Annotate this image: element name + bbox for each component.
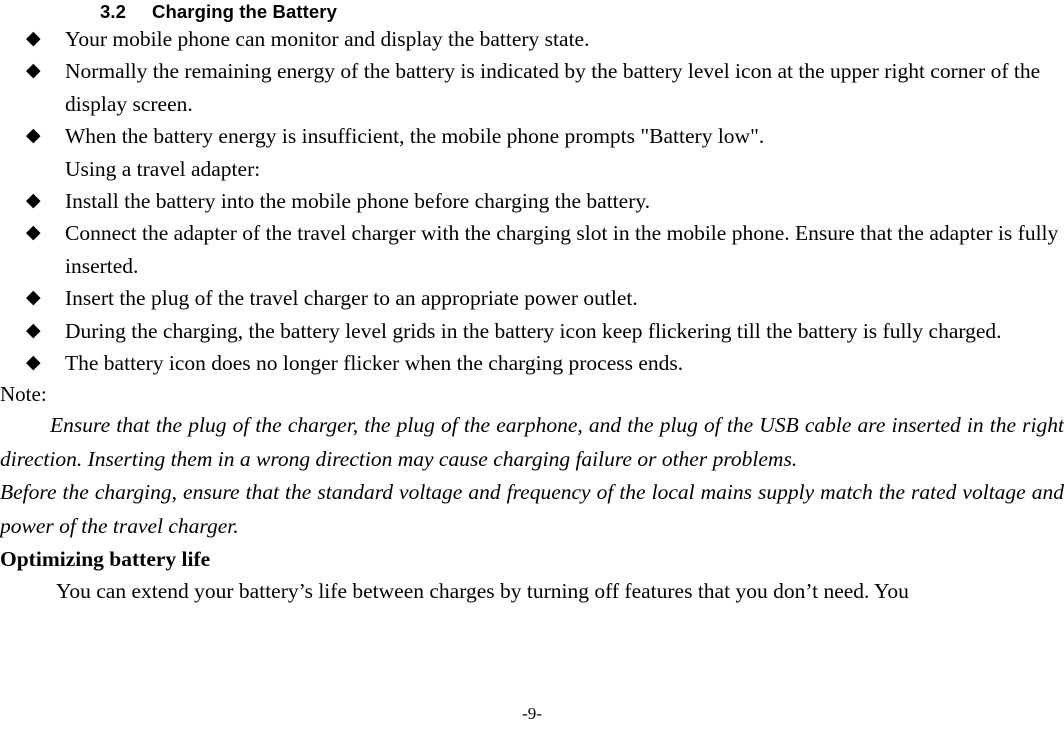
list-item: ◆ During the charging, the battery level… (0, 315, 1064, 347)
section-heading: 3.2 Charging the Battery (0, 0, 1064, 23)
sub-line-using-travel-adapter: Using a travel adapter: (65, 156, 261, 181)
list-item-text: During the charging, the battery level g… (65, 318, 1002, 343)
list-item: ◆ Insert the plug of the travel charger … (0, 282, 1064, 314)
list-item-text: The battery icon does no longer flicker … (65, 351, 684, 376)
list-item-text: Normally the remaining energy of the bat… (65, 59, 1041, 116)
diamond-bullet-icon: ◆ (26, 352, 41, 374)
list-item-text: Connect the adapter of the travel charge… (65, 221, 1059, 278)
sub-heading-optimizing-battery-life: Optimizing battery life (0, 547, 211, 572)
note-paragraph: Before the charging, ensure that the sta… (0, 480, 1064, 538)
list-item-text: Insert the plug of the travel charger to… (65, 286, 638, 311)
diamond-bullet-icon: ◆ (26, 222, 41, 244)
bullet-list-bottom: ◆ Install the battery into the mobile ph… (0, 185, 1064, 379)
diamond-bullet-icon: ◆ (26, 190, 41, 212)
diamond-bullet-icon: ◆ (26, 319, 41, 341)
diamond-bullet-icon: ◆ (26, 28, 41, 49)
list-item: ◆ The battery icon does no longer flicke… (0, 347, 1064, 379)
list-item: ◆ Install the battery into the mobile ph… (0, 185, 1064, 217)
list-item: ◆ Connect the adapter of the travel char… (0, 217, 1064, 282)
note-paragraph: Ensure that the plug of the charger, the… (0, 413, 1064, 471)
section-number: 3.2 (100, 1, 127, 22)
list-item-text: Your mobile phone can monitor and displa… (65, 27, 590, 51)
note-label: Note: (0, 382, 47, 407)
body-paragraph: You can extend your battery’s life betwe… (56, 579, 909, 604)
diamond-bullet-icon: ◆ (26, 287, 41, 309)
list-item-text: When the battery energy is insufficient,… (65, 124, 765, 149)
document-page: 3.2 Charging the Battery ◆ Your mobile ph… (0, 0, 1064, 730)
section-title: Charging the Battery (152, 1, 337, 22)
diamond-bullet-icon: ◆ (26, 125, 41, 147)
bullet-list-top: ◆ Your mobile phone can monitor and disp… (0, 23, 1064, 153)
page-number: -9- (522, 704, 542, 723)
page-content: 3.2 Charging the Battery ◆ Your mobile ph… (0, 0, 1064, 607)
list-item-text: Install the battery into the mobile phon… (65, 189, 651, 214)
list-item: ◆ Your mobile phone can monitor and disp… (0, 23, 1064, 55)
list-item: ◆ When the battery energy is insufficien… (0, 120, 1064, 152)
diamond-bullet-icon: ◆ (26, 60, 41, 82)
list-item: ◆ Normally the remaining energy of the b… (0, 55, 1064, 120)
